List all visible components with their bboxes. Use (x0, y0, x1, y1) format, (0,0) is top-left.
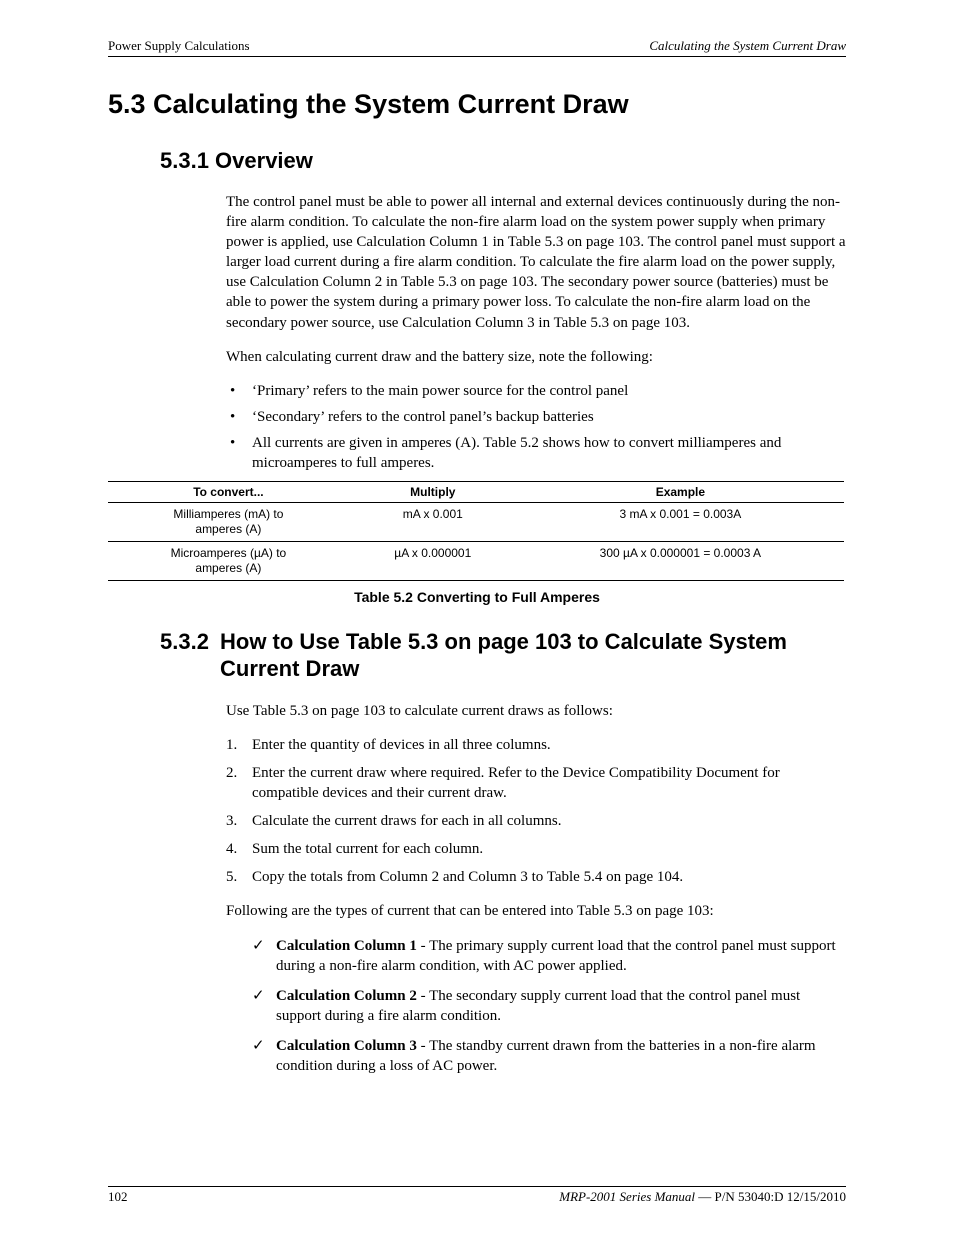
header-left: Power Supply Calculations (108, 38, 250, 54)
checks-list: Calculation Column 1 - The primary suppl… (252, 936, 846, 1077)
table-cell: mA x 0.001 (349, 503, 517, 542)
footer-rule (108, 1186, 846, 1187)
check-item: Calculation Column 2 - The secondary sup… (252, 986, 846, 1026)
section-5-3-1-body: The control panel must be able to power … (226, 192, 846, 473)
steps-list: Enter the quantity of devices in all thr… (226, 735, 846, 888)
table-cell: Milliamperes (mA) to amperes (A) (108, 503, 349, 542)
table-cell: µA x 0.000001 (349, 542, 517, 581)
step-item: Sum the total current for each column. (226, 839, 846, 859)
step-item: Enter the quantity of devices in all thr… (226, 735, 846, 755)
running-footer: 102 MRP-2001 Series Manual — P/N 53040:D… (108, 1186, 846, 1205)
check-label: Calculation Column 3 (276, 1038, 417, 1054)
table-5-2: To convert... Multiply Example Milliampe… (108, 481, 846, 581)
table-header: Multiply (349, 482, 517, 503)
table-5-2-caption: Table 5.2 Converting to Full Amperes (108, 589, 846, 605)
overview-para-1: The control panel must be able to power … (226, 192, 846, 333)
table-cell: Microamperes (µA) to amperes (A) (108, 542, 349, 581)
table-header: To convert... (108, 482, 349, 503)
section-number: 5.3.2 (160, 629, 220, 656)
section-title-5-3-1: 5.3.1 Overview (160, 148, 846, 174)
footer-doc-info: MRP-2001 Series Manual — P/N 53040:D 12/… (559, 1189, 846, 1205)
table-header: Example (517, 482, 844, 503)
page-number: 102 (108, 1189, 128, 1205)
check-item: Calculation Column 1 - The primary suppl… (252, 936, 846, 976)
sub2-para-2: Following are the types of current that … (226, 901, 846, 921)
sub2-para-1: Use Table 5.3 on page 103 to calculate c… (226, 701, 846, 721)
footer-pn: P/N 53040:D 12/15/2010 (715, 1189, 846, 1204)
running-header: Power Supply Calculations Calculating th… (108, 38, 846, 54)
overview-para-2: When calculating current draw and the ba… (226, 347, 846, 367)
section-heading-text: How to Use Table 5.3 on page 103 to Calc… (220, 629, 820, 683)
step-item: Copy the totals from Column 2 and Column… (226, 867, 846, 887)
header-rule (108, 56, 846, 57)
section-title-5-3: 5.3 Calculating the System Current Draw (108, 89, 846, 120)
bullet-item: ‘Primary’ refers to the main power sourc… (226, 381, 846, 401)
table-cell: 3 mA x 0.001 = 0.003A (517, 503, 844, 542)
section-5-3-2-body: Use Table 5.3 on page 103 to calculate c… (226, 701, 846, 1076)
check-item: Calculation Column 3 - The standby curre… (252, 1036, 846, 1076)
header-right: Calculating the System Current Draw (649, 38, 846, 54)
table-cell: 300 µA x 0.000001 = 0.0003 A (517, 542, 844, 581)
overview-bullets: ‘Primary’ refers to the main power sourc… (226, 381, 846, 473)
bullet-item: ‘Secondary’ refers to the control panel’… (226, 407, 846, 427)
check-label: Calculation Column 1 (276, 938, 417, 954)
step-item: Enter the current draw where required. R… (226, 763, 846, 803)
bullet-item: All currents are given in amperes (A). T… (226, 433, 846, 473)
check-label: Calculation Column 2 (276, 988, 417, 1004)
section-title-5-3-2: 5.3.2How to Use Table 5.3 on page 103 to… (160, 629, 846, 683)
step-item: Calculate the current draws for each in … (226, 811, 846, 831)
footer-doc-title: MRP-2001 Series Manual (559, 1189, 695, 1204)
